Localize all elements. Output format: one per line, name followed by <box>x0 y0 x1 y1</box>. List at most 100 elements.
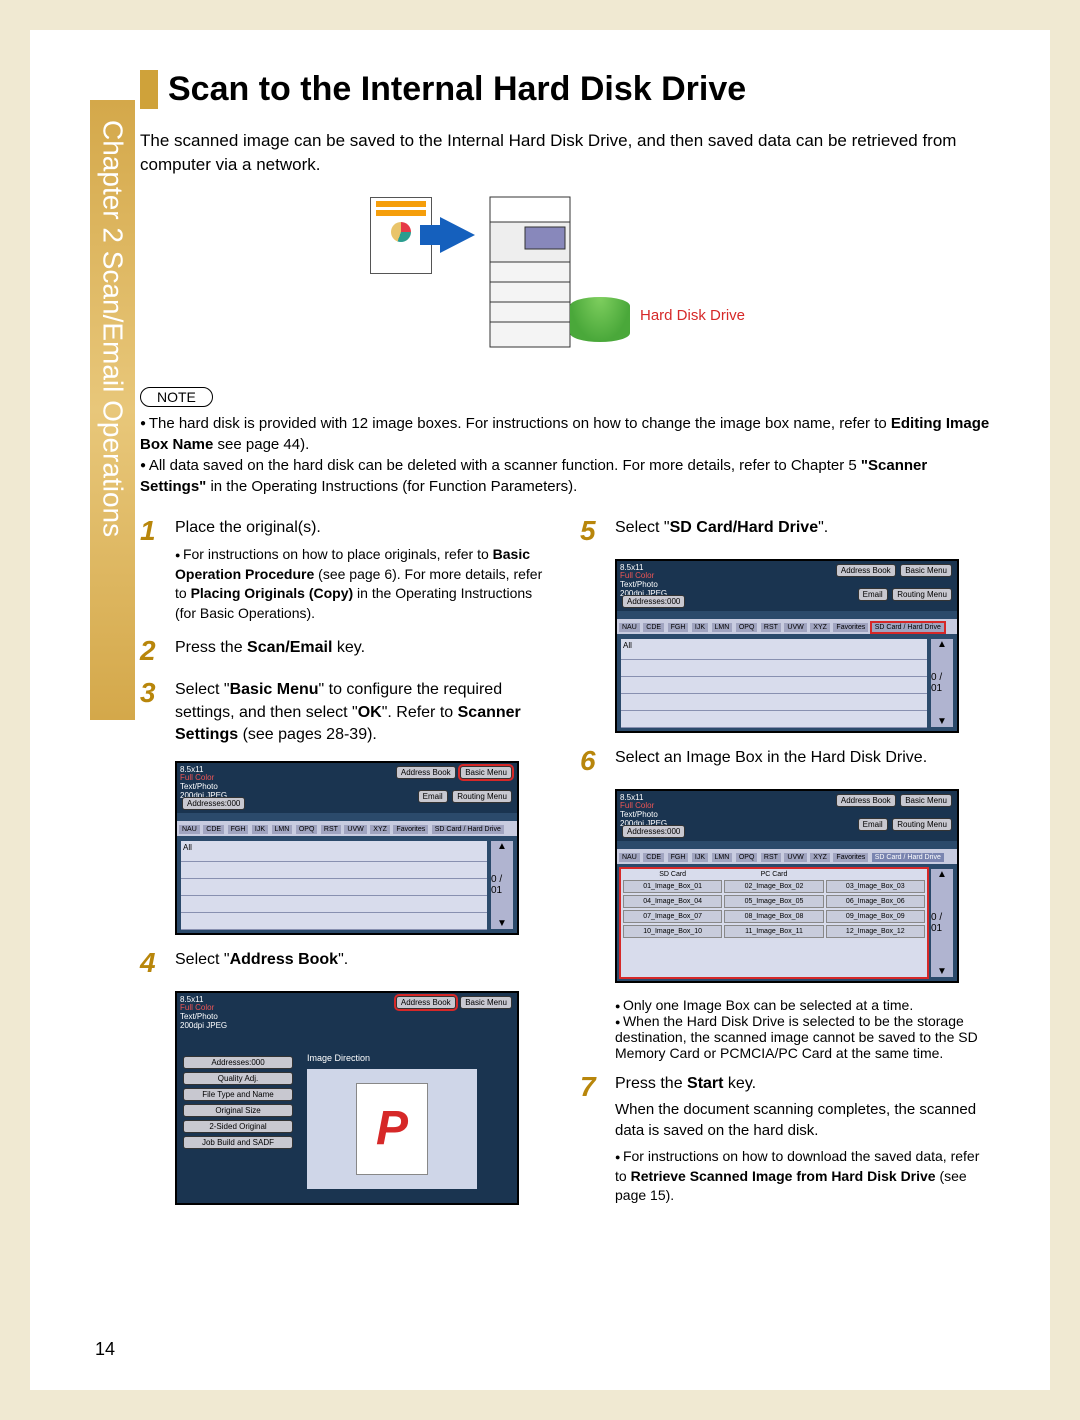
email-button[interactable]: Email <box>418 790 448 803</box>
menu-item[interactable]: Quality Adj. <box>183 1072 293 1085</box>
preview-letter: P <box>356 1083 428 1175</box>
scrollbar[interactable]: ▲ 0 / 01 ▼ <box>931 639 953 727</box>
image-box[interactable]: 11_Image_Box_11 <box>724 925 823 938</box>
tab[interactable]: XYZ <box>370 825 390 834</box>
basic-menu-button[interactable]: Basic Menu <box>900 564 952 577</box>
step-6: 6 Select an Image Box in the Hard Disk D… <box>580 747 990 775</box>
image-box[interactable]: 02_Image_Box_02 <box>724 880 823 893</box>
step-num: 2 <box>140 637 175 665</box>
tab[interactable]: RST <box>321 825 341 834</box>
scrollbar[interactable]: ▲ 0 / 01 ▼ <box>931 869 953 977</box>
sd-hard-drive-tab[interactable]: SD Card / Hard Drive <box>872 853 944 862</box>
note-bullet: Only one Image Box can be selected at a … <box>615 997 990 1013</box>
step-num: 1 <box>140 517 175 624</box>
menu-item[interactable]: Addresses:000 <box>183 1056 293 1069</box>
chapter-tab: Chapter 2 Scan/Email Operations <box>90 100 135 720</box>
list-area: All <box>181 841 487 929</box>
alpha-tabs: NAU CDE FGH IJK LMN OPQ RST UVW XYZ Favo… <box>177 821 517 836</box>
scroll-up-icon[interactable]: ▲ <box>497 841 507 852</box>
address-book-button[interactable]: Address Book <box>836 794 896 807</box>
note-badge: NOTE <box>140 387 213 407</box>
scroll-down-icon[interactable]: ▼ <box>497 918 507 929</box>
image-box[interactable]: 04_Image_Box_04 <box>623 895 722 908</box>
routing-menu-button[interactable]: Routing Menu <box>892 588 952 601</box>
menu-item[interactable]: 2-Sided Original <box>183 1120 293 1133</box>
image-box[interactable]: 03_Image_Box_03 <box>826 880 925 893</box>
menu-item[interactable]: Job Build and SADF <box>183 1136 293 1149</box>
mfp-device-icon <box>480 187 580 357</box>
address-book-button[interactable]: Address Book <box>396 996 456 1009</box>
tab[interactable]: LMN <box>272 825 293 834</box>
hard-disk-icon <box>570 297 630 342</box>
routing-menu-button[interactable]: Routing Menu <box>892 818 952 831</box>
scroll-up-icon[interactable]: ▲ <box>937 639 947 650</box>
image-box[interactable]: 08_Image_Box_08 <box>724 910 823 923</box>
page-number: 14 <box>95 1339 115 1360</box>
alpha-tabs: NAU CDE FGH IJK LMN OPQ RST UVW XYZ Favo… <box>617 619 957 634</box>
tab[interactable]: UVW <box>344 825 366 834</box>
chapter-tab-text: Chapter 2 Scan/Email Operations <box>97 120 129 537</box>
step-3: 3 Select "Basic Menu" to configure the r… <box>140 679 550 746</box>
note-list: The hard disk is provided with 12 image … <box>140 413 990 497</box>
address-book-button[interactable]: Address Book <box>396 766 456 779</box>
scroll-down-icon[interactable]: ▼ <box>937 966 947 977</box>
basic-menu-button[interactable]: Basic Menu <box>460 996 512 1009</box>
page-title: Scan to the Internal Hard Disk Drive <box>140 70 990 109</box>
addresses-count: Addresses:000 <box>622 825 685 838</box>
step-7: 7 Press the Start key. When the document… <box>580 1073 990 1206</box>
screenshot-basic-menu: 8.5x11 Full Color Text/Photo 200dpi JPEG… <box>175 761 519 935</box>
tab[interactable]: FGH <box>228 825 249 834</box>
step-num: 6 <box>580 747 615 775</box>
right-column: 5 Select "SD Card/Hard Drive". 8.5x11 Fu… <box>580 517 990 1220</box>
scroll-down-icon[interactable]: ▼ <box>937 716 947 727</box>
basic-menu-button[interactable]: Basic Menu <box>900 794 952 807</box>
note-item: All data saved on the hard disk can be d… <box>140 455 990 497</box>
email-button[interactable]: Email <box>858 818 888 831</box>
image-box[interactable]: 12_Image_Box_12 <box>826 925 925 938</box>
sd-hard-drive-tab[interactable]: SD Card / Hard Drive <box>432 825 504 834</box>
arrow-icon <box>440 217 475 253</box>
note-item: The hard disk is provided with 12 image … <box>140 413 990 455</box>
screenshot-address-book: 8.5x11 Full Color Text/Photo 200dpi JPEG… <box>175 991 519 1205</box>
image-box[interactable]: 09_Image_Box_09 <box>826 910 925 923</box>
address-book-button[interactable]: Address Book <box>836 564 896 577</box>
menu-item[interactable]: File Type and Name <box>183 1088 293 1101</box>
screenshot-image-boxes: 8.5x11 Full Color Text/Photo 200dpi JPEG… <box>615 789 959 983</box>
tab[interactable]: Favorites <box>393 825 428 834</box>
scroll-up-icon[interactable]: ▲ <box>937 869 947 880</box>
image-box[interactable]: 05_Image_Box_05 <box>724 895 823 908</box>
addresses-count: Addresses:000 <box>622 595 685 608</box>
alpha-tabs: NAU CDE FGH IJK LMN OPQ RST UVW XYZ Favo… <box>617 849 957 864</box>
flow-diagram: Hard Disk Drive <box>140 187 990 367</box>
menu-item[interactable]: Original Size <box>183 1104 293 1117</box>
screenshot-sd-tab: 8.5x11 Full Color Text/Photo 200dpi JPEG… <box>615 559 959 733</box>
addresses-count: Addresses:000 <box>182 797 245 810</box>
image-box-grid: SD Card PC Card 01_Image_Box_01 02_Image… <box>621 869 927 977</box>
image-box[interactable]: 01_Image_Box_01 <box>623 880 722 893</box>
image-direction-label: Image Direction <box>307 1053 370 1063</box>
note-bullet: When the Hard Disk Drive is selected to … <box>615 1013 990 1061</box>
left-column: 1 Place the original(s). For instruction… <box>140 517 550 1220</box>
hard-disk-label: Hard Disk Drive <box>640 307 745 324</box>
image-box[interactable]: 07_Image_Box_07 <box>623 910 722 923</box>
list-area: All <box>621 639 927 727</box>
image-box[interactable]: 06_Image_Box_06 <box>826 895 925 908</box>
image-box[interactable]: 10_Image_Box_10 <box>623 925 722 938</box>
step-num: 5 <box>580 517 615 545</box>
email-button[interactable]: Email <box>858 588 888 601</box>
tab[interactable]: IJK <box>252 825 268 834</box>
step-num: 7 <box>580 1073 615 1206</box>
tab[interactable]: NAU <box>179 825 200 834</box>
tab[interactable]: OPQ <box>296 825 318 834</box>
preview-pane: P <box>307 1069 477 1189</box>
sd-hard-drive-tab[interactable]: SD Card / Hard Drive <box>872 623 944 632</box>
step-5: 5 Select "SD Card/Hard Drive". <box>580 517 990 545</box>
scrollbar[interactable]: ▲ 0 / 01 ▼ <box>491 841 513 929</box>
routing-menu-button[interactable]: Routing Menu <box>452 790 512 803</box>
tab[interactable]: CDE <box>203 825 224 834</box>
basic-menu-button[interactable]: Basic Menu <box>460 766 512 779</box>
step-num: 4 <box>140 949 175 977</box>
step-4: 4 Select "Address Book". <box>140 949 550 977</box>
step-2: 2 Press the Scan/Email key. <box>140 637 550 665</box>
step-num: 3 <box>140 679 175 746</box>
